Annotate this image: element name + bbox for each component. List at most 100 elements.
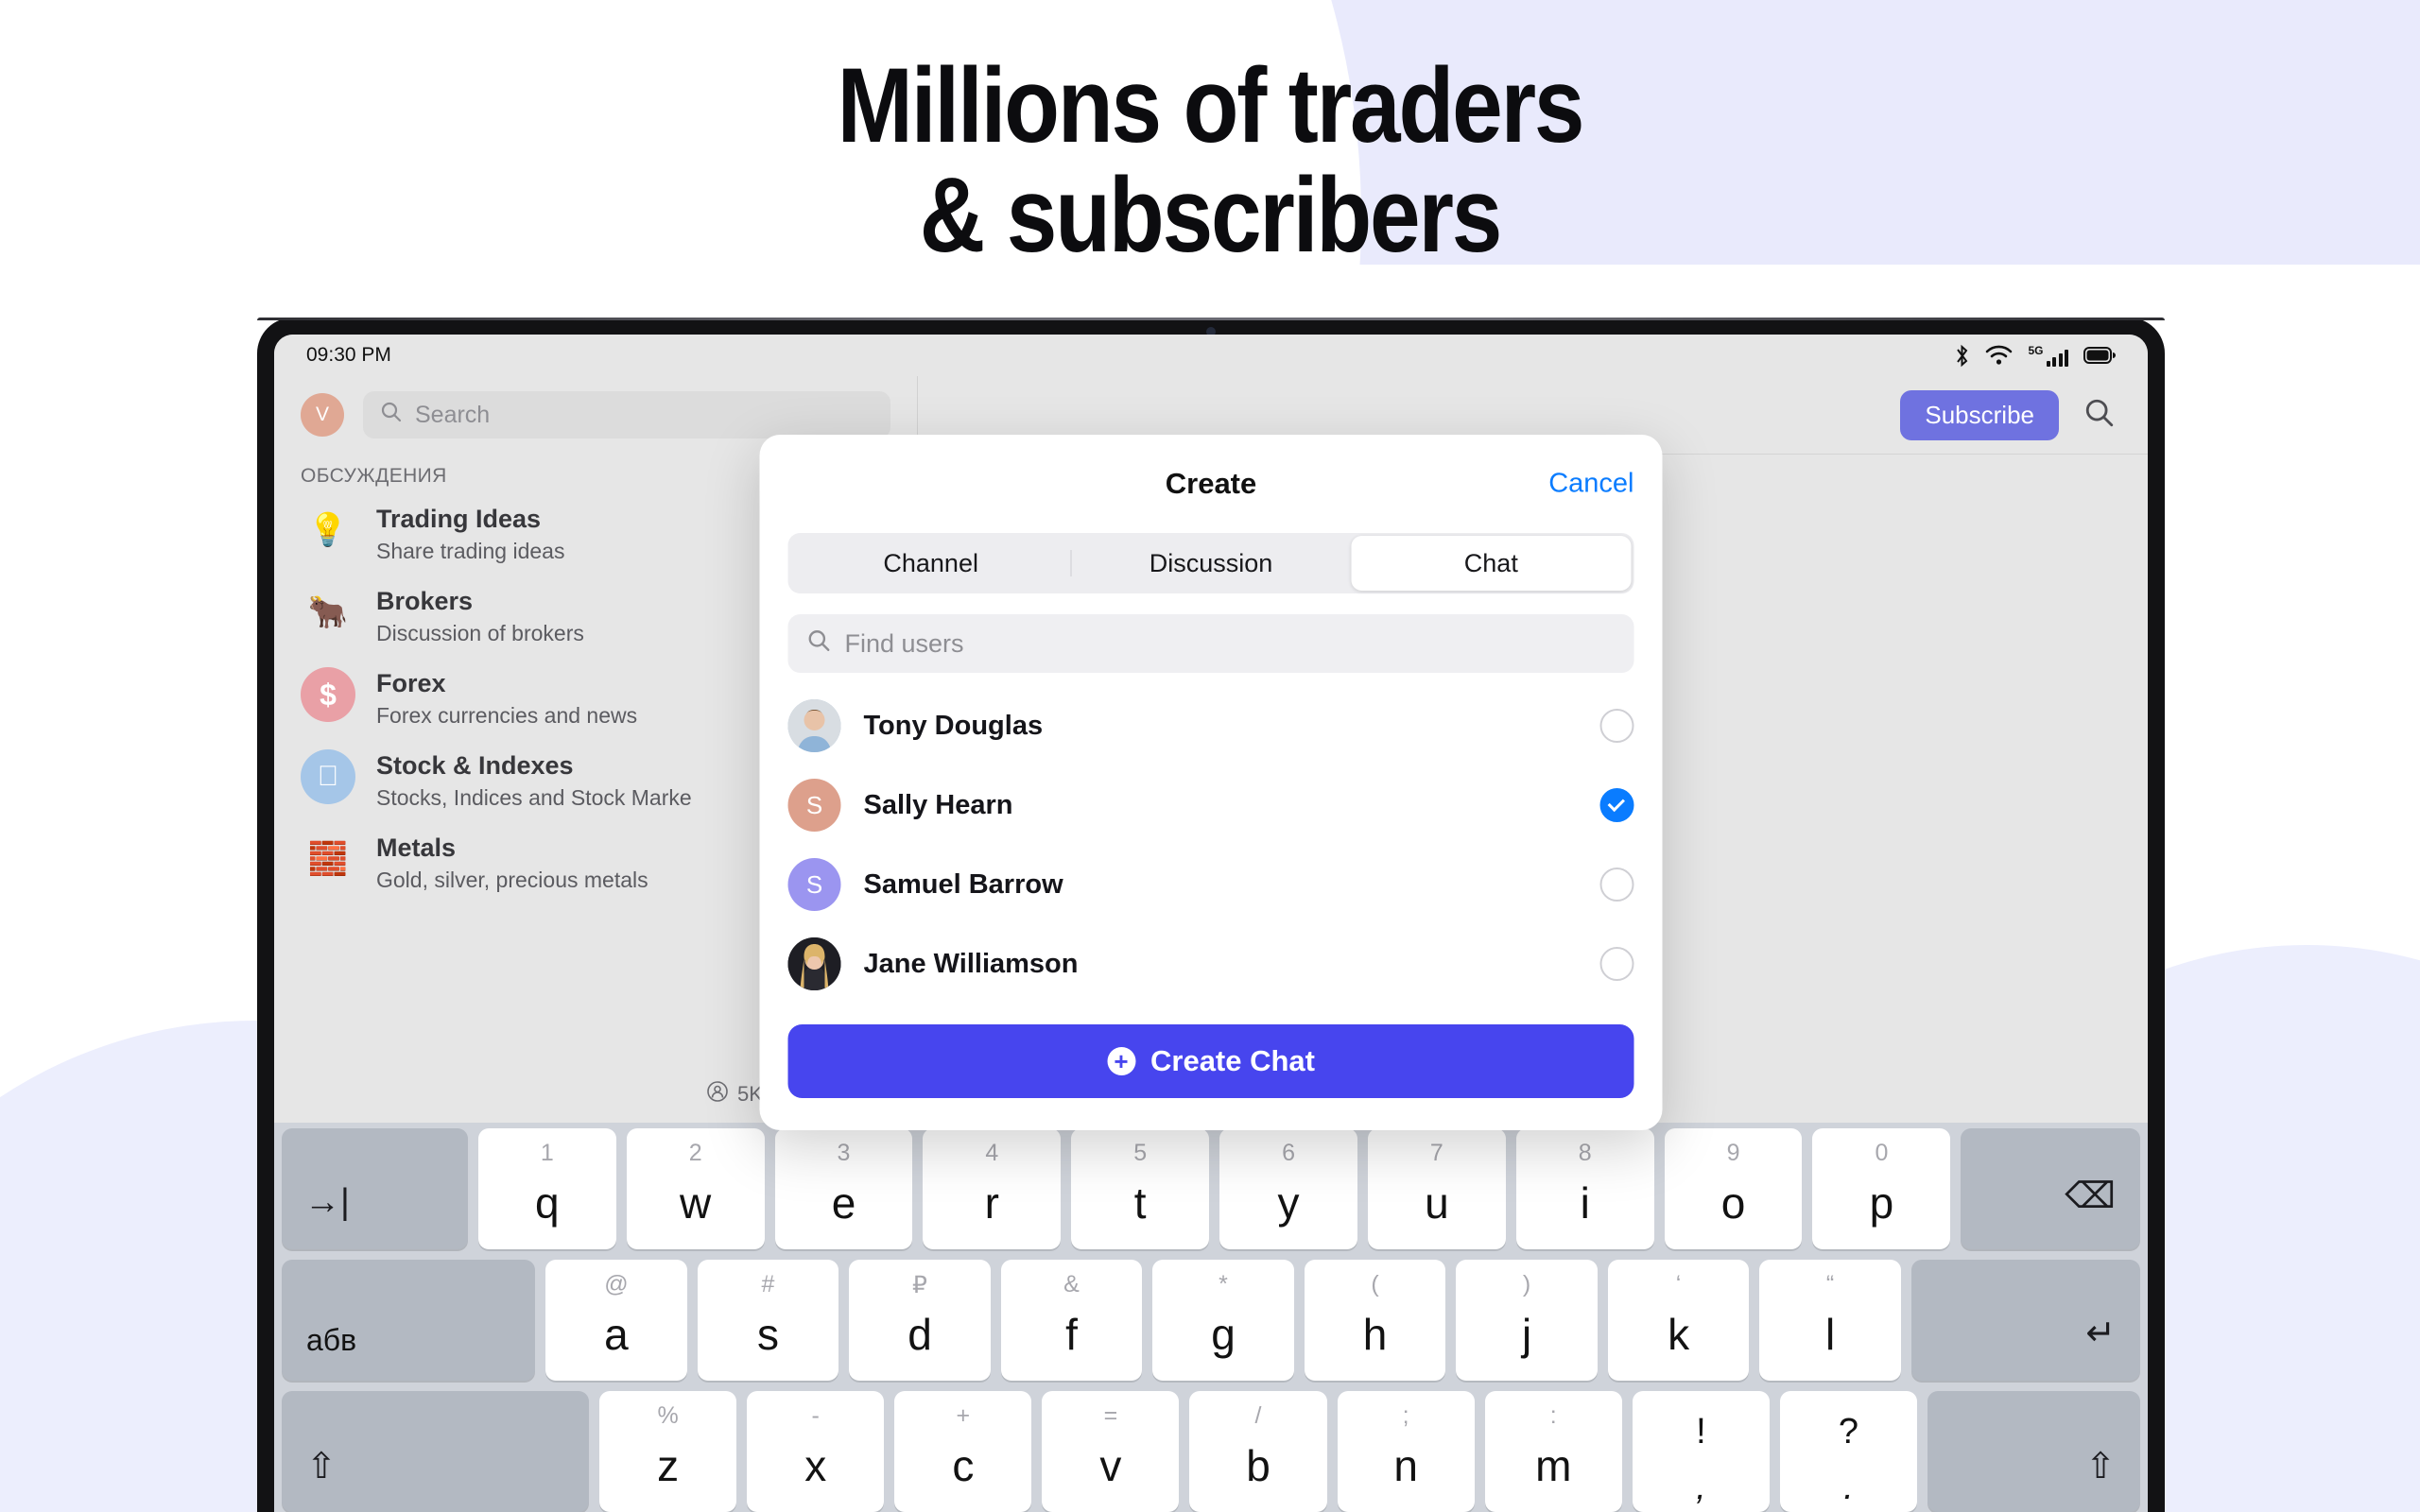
key-p[interactable]: 0p bbox=[1812, 1128, 1951, 1249]
key-c[interactable]: + c bbox=[894, 1391, 1032, 1512]
tab-chat[interactable]: Chat bbox=[1351, 536, 1632, 591]
key-k[interactable]: ‘k bbox=[1607, 1260, 1750, 1381]
key-label: b bbox=[1246, 1441, 1270, 1490]
list-item[interactable]: S Samuel Barrow bbox=[787, 845, 1634, 924]
key-label: t bbox=[1133, 1178, 1147, 1228]
key-lower-label: , bbox=[1696, 1468, 1706, 1507]
key-f[interactable]: & f bbox=[1000, 1260, 1143, 1381]
tab-discussion[interactable]: Discussion bbox=[1070, 536, 1351, 591]
cellular-signal-icon: 5G bbox=[2028, 344, 2068, 367]
key-j[interactable]: ) j bbox=[1456, 1260, 1598, 1381]
lightbulb-icon: 💡 bbox=[307, 512, 349, 548]
subscribe-button[interactable]: Subscribe bbox=[1900, 389, 2059, 440]
list-item[interactable]: Tony Douglas bbox=[787, 686, 1634, 765]
key-g[interactable]: * g bbox=[1152, 1260, 1294, 1381]
sidebar-item-subtitle: Gold, silver, precious metals bbox=[376, 868, 648, 893]
member-count: 5K bbox=[707, 1081, 763, 1108]
key-label: n bbox=[1393, 1441, 1418, 1490]
key-alt-label: # bbox=[761, 1271, 775, 1297]
key-d[interactable]: ₽ d bbox=[849, 1260, 991, 1381]
select-checkbox[interactable] bbox=[1599, 947, 1634, 981]
tab-key[interactable]: →| bbox=[282, 1128, 468, 1249]
keyboard-row-1: →| 1q 2w 3e 4r 5t 6y 7u 8i 9o 0p ⌫ bbox=[282, 1128, 2140, 1249]
key-u[interactable]: 7u bbox=[1367, 1128, 1506, 1249]
battery-icon bbox=[2083, 347, 2116, 364]
key-alt-label: 0 bbox=[1875, 1140, 1889, 1166]
avatar: S bbox=[787, 779, 841, 832]
key-label: u bbox=[1425, 1178, 1449, 1228]
key-exclaim-comma[interactable]: !, bbox=[1632, 1391, 1770, 1512]
search-icon[interactable] bbox=[2083, 397, 2116, 434]
shift-right-key[interactable]: ⇧ bbox=[1927, 1391, 2140, 1512]
hero-line-1: Millions of traders bbox=[837, 46, 1585, 164]
user-name: Sally Hearn bbox=[863, 789, 1013, 820]
key-x[interactable]: -x bbox=[747, 1391, 885, 1512]
plus-circle-icon: + bbox=[1107, 1047, 1135, 1075]
key-alt-label: 4 bbox=[985, 1140, 999, 1166]
avatar bbox=[787, 699, 841, 752]
key-m[interactable]: :m bbox=[1484, 1391, 1622, 1512]
key-label: w bbox=[680, 1178, 712, 1228]
key-alt-label: * bbox=[1219, 1271, 1228, 1297]
backspace-key[interactable]: ⌫ bbox=[1961, 1128, 2140, 1249]
key-w[interactable]: 2w bbox=[626, 1128, 765, 1249]
list-item[interactable]: Jane Williamson bbox=[787, 924, 1634, 1004]
bull-icon: 🐂 bbox=[307, 594, 349, 631]
key-a[interactable]: @ a bbox=[545, 1260, 687, 1381]
key-e[interactable]: 3e bbox=[774, 1128, 913, 1249]
sidebar-item-title: Metals bbox=[376, 833, 457, 863]
key-alt-label: “ bbox=[1825, 1271, 1835, 1297]
sidebar-item-title: Brokers bbox=[376, 587, 474, 616]
key-label: q bbox=[535, 1178, 560, 1228]
key-label: y bbox=[1277, 1178, 1300, 1228]
user-name: Jane Williamson bbox=[863, 948, 1079, 979]
create-chat-button[interactable]: + Create Chat bbox=[787, 1024, 1634, 1098]
key-alt-label: ; bbox=[1402, 1402, 1409, 1429]
key-question-period[interactable]: ?. bbox=[1779, 1391, 1918, 1512]
key-z[interactable]: % z bbox=[599, 1391, 737, 1512]
sidebar-item-title: Trading Ideas bbox=[376, 505, 542, 533]
key-label: p bbox=[1869, 1178, 1894, 1228]
onscreen-keyboard: →| 1q 2w 3e 4r 5t 6y 7u 8i 9o 0p ⌫ абв @… bbox=[274, 1123, 2148, 1512]
select-checkbox[interactable] bbox=[1599, 868, 1634, 902]
key-n[interactable]: ; n bbox=[1337, 1391, 1475, 1512]
key-q[interactable]: 1q bbox=[477, 1128, 616, 1249]
select-checkbox[interactable] bbox=[1599, 709, 1634, 743]
user-avatar[interactable]: V bbox=[301, 393, 344, 437]
sidebar-item-subtitle: Forex currencies and news bbox=[376, 703, 638, 729]
key-s[interactable]: # s bbox=[697, 1260, 839, 1381]
key-b[interactable]: / b bbox=[1189, 1391, 1327, 1512]
search-icon bbox=[807, 628, 832, 660]
key-h[interactable]: (h bbox=[1304, 1260, 1446, 1381]
key-alt-label: - bbox=[811, 1402, 820, 1429]
key-l[interactable]: “l bbox=[1759, 1260, 1901, 1381]
tab-channel[interactable]: Channel bbox=[791, 536, 1071, 591]
cancel-button[interactable]: Cancel bbox=[1548, 469, 1634, 500]
key-v[interactable]: = v bbox=[1042, 1391, 1180, 1512]
key-i[interactable]: 8i bbox=[1515, 1128, 1654, 1249]
key-alt-label: % bbox=[657, 1402, 679, 1429]
key-alt-label: 2 bbox=[688, 1140, 702, 1166]
language-key[interactable]: абв bbox=[282, 1260, 536, 1381]
return-key[interactable]: ↵ bbox=[1910, 1260, 2141, 1381]
key-alt-label: : bbox=[1549, 1402, 1557, 1429]
shift-left-key[interactable]: ⇧ bbox=[282, 1391, 590, 1512]
key-label: s bbox=[756, 1310, 779, 1359]
search-input[interactable]: Search bbox=[363, 391, 890, 438]
key-o[interactable]: 9o bbox=[1664, 1128, 1803, 1249]
key-upper-label: ! bbox=[1696, 1412, 1706, 1452]
segmented-control: Channel Discussion Chat bbox=[787, 533, 1634, 593]
key-label: x bbox=[804, 1441, 827, 1490]
key-y[interactable]: 6y bbox=[1219, 1128, 1357, 1249]
select-checkbox[interactable] bbox=[1599, 788, 1634, 822]
key-label: c bbox=[952, 1441, 975, 1490]
find-users-placeholder: Find users bbox=[844, 628, 964, 658]
list-item[interactable]: S Sally Hearn bbox=[787, 765, 1634, 845]
key-alt-label: 9 bbox=[1726, 1140, 1740, 1166]
key-alt-label: / bbox=[1254, 1402, 1262, 1429]
key-label: e bbox=[831, 1178, 856, 1228]
key-r[interactable]: 4r bbox=[923, 1128, 1062, 1249]
key-t[interactable]: 5t bbox=[1071, 1128, 1210, 1249]
create-modal: Create Cancel Channel Discussion Chat Fi… bbox=[759, 435, 1663, 1130]
find-users-input[interactable]: Find users bbox=[787, 614, 1634, 673]
